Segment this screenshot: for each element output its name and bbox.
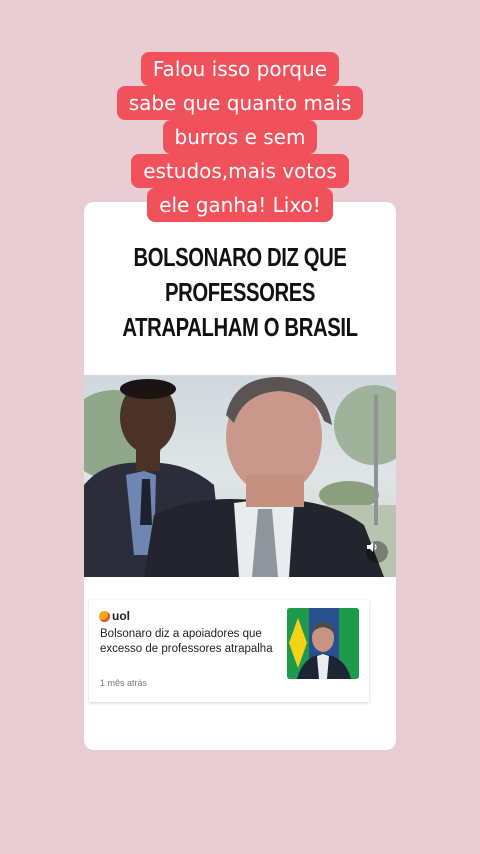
headline-line: BOLSONARO DIZ QUE — [133, 242, 347, 272]
headline-line: PROFESSORES — [164, 277, 316, 307]
uol-logo — [99, 610, 110, 622]
shared-post-card[interactable]: BOLSONARO DIZ QUE PROFESSORES ATRAPALHAM… — [84, 202, 396, 750]
video-frame-image — [84, 377, 396, 577]
speaker-icon[interactable] — [366, 541, 388, 563]
source-name: uol — [112, 609, 130, 623]
news-title[interactable]: Bolsonaro diz a apoiadores que excesso d… — [100, 627, 280, 657]
news-source: uol — [99, 609, 130, 623]
video-headline: BOLSONARO DIZ QUE PROFESSORES ATRAPALHAM… — [118, 240, 361, 345]
caption-line: sabe que quanto mais — [0, 86, 480, 120]
caption-line: Falou isso porque — [0, 52, 480, 86]
news-thumbnail[interactable] — [287, 608, 359, 679]
caption-overlay: Falou isso porque sabe que quanto mais b… — [0, 52, 480, 222]
caption-line: estudos,mais votos — [0, 154, 480, 188]
caption-line: burros e sem — [0, 120, 480, 154]
caption-line: ele ganha! Lixo! — [0, 188, 480, 222]
video-player[interactable] — [84, 375, 396, 577]
news-link-card[interactable]: uol Bolsonaro diz a apoiadores que exces… — [89, 600, 369, 702]
news-timestamp: 1 mês atrás — [100, 678, 148, 688]
headline-line: ATRAPALHAM O BRASIL — [122, 312, 358, 342]
